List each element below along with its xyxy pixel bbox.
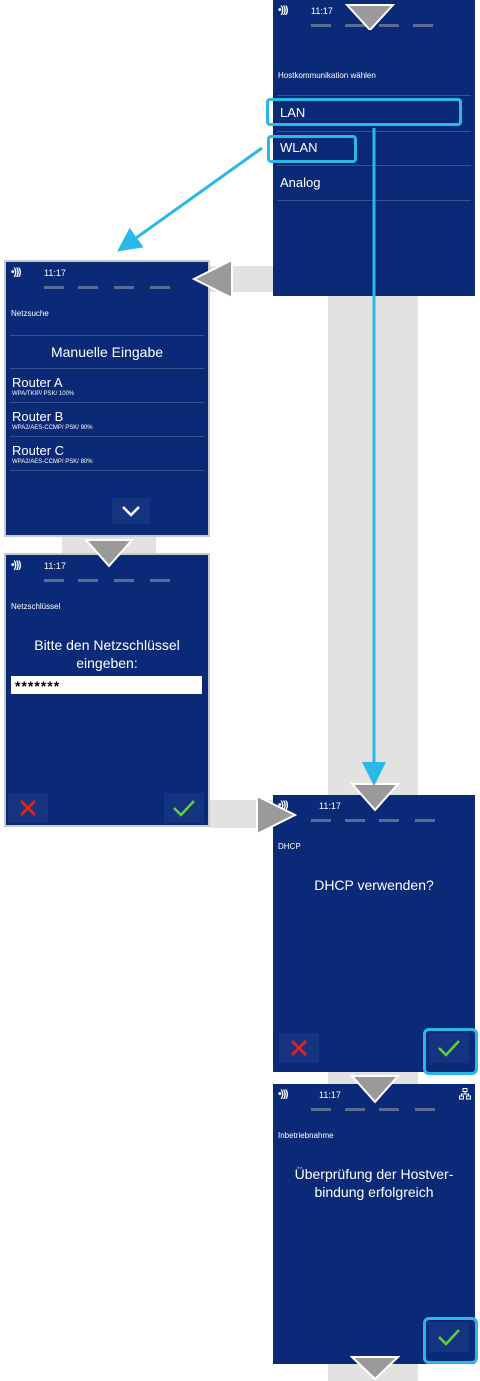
arrow-wlan-to-netzsuche bbox=[117, 146, 263, 252]
flow-arrows bbox=[117, 128, 386, 786]
